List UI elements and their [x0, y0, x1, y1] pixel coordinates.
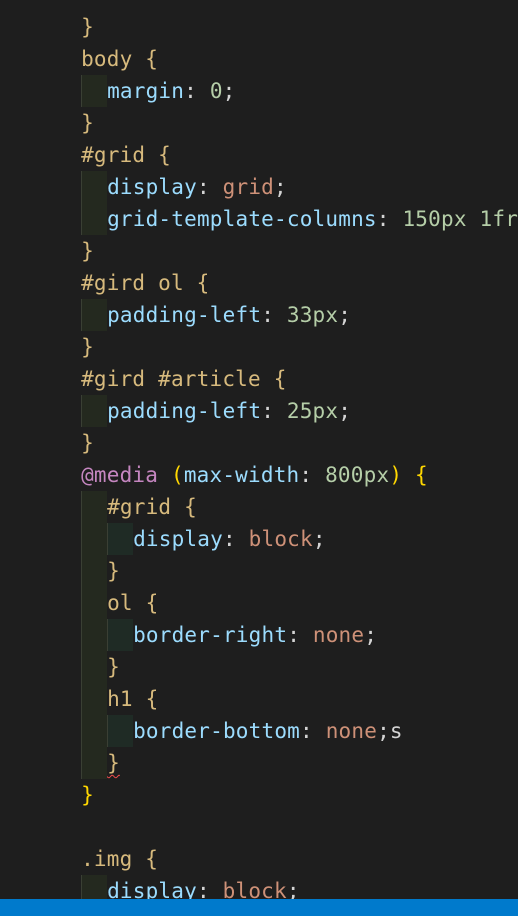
code-line[interactable]: display: block;	[4, 843, 518, 907]
code-line[interactable]: h1 {	[4, 651, 518, 715]
code-line[interactable]: }	[4, 203, 518, 263]
code-line[interactable]: #grid {	[4, 459, 518, 523]
code-area[interactable]: } body { margin: 0; } #grid { display: g…	[4, 0, 518, 916]
code-line[interactable]: border-bottom: none;s	[4, 683, 518, 747]
code-editor[interactable]: } body { margin: 0; } #grid { display: g…	[0, 0, 518, 916]
code-line[interactable]: display: grid;	[4, 139, 518, 203]
code-line[interactable]: .img {	[4, 811, 518, 871]
code-line[interactable]: @media (max-width: 800px) {	[4, 427, 518, 487]
status-bar[interactable]	[0, 899, 518, 916]
code-line[interactable]: }	[4, 395, 518, 455]
code-line[interactable]: padding-left: 25px;	[4, 363, 518, 427]
code-line[interactable]: grid-template-columns: 150px 1fr;	[4, 171, 518, 235]
code-line[interactable]: #gird #article {	[4, 331, 518, 391]
code-line[interactable]: margin: 0;	[4, 43, 518, 107]
code-line[interactable]: }	[4, 523, 518, 587]
code-line[interactable]: }	[4, 75, 518, 135]
code-line[interactable]: ol {	[4, 555, 518, 619]
code-line[interactable]	[4, 779, 518, 811]
code-line[interactable]: display: block;	[4, 491, 518, 555]
code-line[interactable]: padding-left: 33px;	[4, 267, 518, 331]
code-line[interactable]: }	[4, 715, 518, 779]
code-line[interactable]: #grid {	[4, 107, 518, 167]
code-line[interactable]: body {	[4, 11, 518, 71]
code-line[interactable]: #gird ol {	[4, 235, 518, 295]
code-line[interactable]: }	[4, 299, 518, 359]
code-line[interactable]: }	[4, 747, 518, 807]
code-line[interactable]: }	[4, 619, 518, 683]
code-line[interactable]: }	[4, 0, 518, 39]
code-line[interactable]: border-right: none;	[4, 587, 518, 651]
